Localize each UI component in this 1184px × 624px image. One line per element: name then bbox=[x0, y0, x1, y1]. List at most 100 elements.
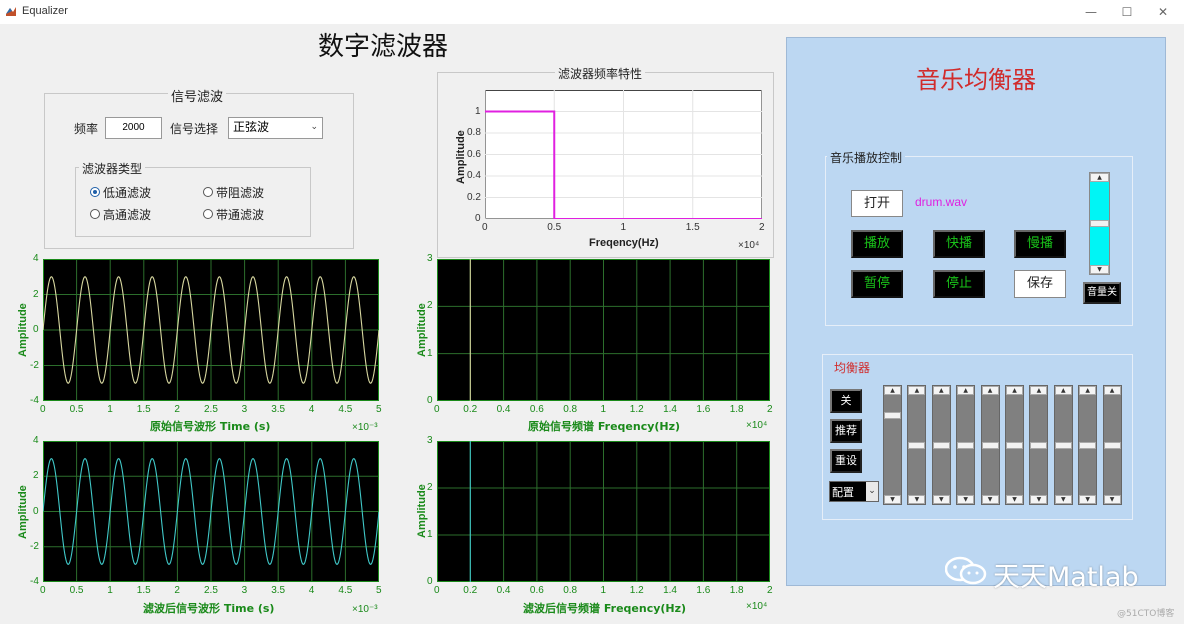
volume-down-arrow-icon[interactable]: ▼ bbox=[1090, 265, 1109, 274]
x-tick-label: 0.2 bbox=[463, 404, 478, 415]
x-tick-label: 0.8 bbox=[563, 404, 578, 415]
eq-band-up-arrow-icon[interactable]: ▲ bbox=[908, 386, 926, 395]
eq-reset-button[interactable]: 重设 bbox=[830, 449, 862, 473]
eq-band-up-arrow-icon[interactable]: ▲ bbox=[884, 386, 901, 395]
original-spectrum-xlabel: 原始信号频谱 Freqency(Hz) bbox=[528, 420, 681, 433]
radio-bandstop[interactable] bbox=[203, 187, 213, 197]
filtered-spectrum-xlabel: 滤波后信号频谱 Freqency(Hz) bbox=[523, 602, 687, 615]
eq-band-slider[interactable]: ▲ ▼ bbox=[1102, 385, 1122, 505]
eq-band-thumb[interactable] bbox=[981, 441, 999, 449]
eq-band-down-arrow-icon[interactable]: ▼ bbox=[1030, 495, 1048, 504]
eq-band-slider[interactable]: ▲ ▼ bbox=[956, 385, 976, 505]
maximize-button[interactable]: ☐ bbox=[1109, 0, 1145, 24]
x-tick-label: 1.5 bbox=[136, 585, 151, 596]
filtered-waveform-ylabel: Amplitude bbox=[17, 485, 29, 539]
window-title: Equalizer bbox=[22, 5, 68, 17]
frequency-input[interactable]: 2000 bbox=[105, 117, 162, 139]
radio-highpass[interactable] bbox=[90, 209, 100, 219]
x-tick-label: 0.5 bbox=[547, 222, 562, 233]
y-tick-label: 3 bbox=[427, 253, 433, 264]
eq-band-down-arrow-icon[interactable]: ▼ bbox=[908, 495, 926, 504]
fast-play-button[interactable]: 快播 bbox=[933, 230, 985, 258]
x-tick-label: 0 bbox=[40, 585, 46, 596]
eq-band-down-arrow-icon[interactable]: ▼ bbox=[884, 495, 901, 504]
eq-band-down-arrow-icon[interactable]: ▼ bbox=[957, 495, 975, 504]
volume-off-button[interactable]: 音量关 bbox=[1083, 282, 1121, 304]
signal-select-label: 信号选择 bbox=[170, 122, 219, 136]
x-tick-label: 3.5 bbox=[271, 404, 286, 415]
eq-off-button[interactable]: 关 bbox=[830, 389, 862, 413]
playback-control-title: 音乐播放控制 bbox=[827, 149, 906, 166]
eq-band-thumb[interactable] bbox=[1103, 441, 1121, 449]
eq-band-down-arrow-icon[interactable]: ▼ bbox=[1006, 495, 1023, 504]
play-button[interactable]: 播放 bbox=[851, 230, 903, 258]
eq-band-up-arrow-icon[interactable]: ▲ bbox=[1079, 386, 1097, 395]
matlab-app-icon bbox=[5, 5, 17, 17]
eq-preset-value: 配置 bbox=[832, 486, 854, 499]
volume-slider-thumb[interactable] bbox=[1090, 220, 1109, 227]
original-waveform-ylabel: Amplitude bbox=[17, 303, 29, 357]
volume-slider[interactable]: ▲ ▼ bbox=[1089, 172, 1110, 275]
open-button[interactable]: 打开 bbox=[851, 190, 903, 217]
eq-band-down-arrow-icon[interactable]: ▼ bbox=[1079, 495, 1097, 504]
close-button[interactable]: ✕ bbox=[1145, 0, 1181, 24]
x-tick-label: 2 bbox=[174, 585, 180, 596]
eq-band-slider[interactable]: ▲ ▼ bbox=[907, 385, 927, 505]
eq-band-thumb[interactable] bbox=[1079, 441, 1097, 449]
eq-band-thumb[interactable] bbox=[884, 411, 901, 419]
eq-band-up-arrow-icon[interactable]: ▲ bbox=[981, 386, 999, 395]
signal-select[interactable]: 正弦波 ⌄ bbox=[228, 117, 323, 139]
title-bar bbox=[0, 0, 1184, 24]
eq-band-up-arrow-icon[interactable]: ▲ bbox=[1030, 386, 1048, 395]
y-tick-label: 0 bbox=[475, 213, 481, 224]
eq-recommend-button[interactable]: 推荐 bbox=[830, 419, 862, 443]
eq-band-down-arrow-icon[interactable]: ▼ bbox=[1103, 495, 1121, 504]
radio-bandpass[interactable] bbox=[203, 209, 213, 219]
eq-band-slider[interactable]: ▲ ▼ bbox=[1005, 385, 1024, 505]
eq-band-slider[interactable]: ▲ ▼ bbox=[1029, 385, 1049, 505]
eq-band-up-arrow-icon[interactable]: ▲ bbox=[932, 386, 950, 395]
eq-band-up-arrow-icon[interactable]: ▲ bbox=[1006, 386, 1023, 395]
watermark-credit: @51CTO博客 bbox=[1117, 609, 1175, 619]
slow-play-button[interactable]: 慢播 bbox=[1014, 230, 1066, 258]
x-tick-label: 2 bbox=[767, 404, 773, 415]
eq-band-thumb[interactable] bbox=[1006, 441, 1023, 449]
eq-band-thumb[interactable] bbox=[1054, 441, 1072, 449]
eq-band-up-arrow-icon[interactable]: ▲ bbox=[957, 386, 975, 395]
y-tick-label: -2 bbox=[30, 540, 39, 552]
radio-highpass-label: 高通滤波 bbox=[103, 208, 152, 222]
eq-band-slider[interactable]: ▲ ▼ bbox=[980, 385, 1000, 505]
eq-band-slider[interactable]: ▲ ▼ bbox=[883, 385, 902, 505]
y-tick-label: 3 bbox=[427, 435, 433, 446]
eq-band-slider[interactable]: ▲ ▼ bbox=[931, 385, 951, 505]
pause-button[interactable]: 暂停 bbox=[851, 270, 903, 298]
x-tick-label: 4.5 bbox=[338, 404, 353, 415]
eq-band-thumb[interactable] bbox=[957, 441, 975, 449]
filter-type-panel bbox=[75, 167, 311, 237]
eq-band-slider[interactable]: ▲ ▼ bbox=[1053, 385, 1073, 505]
eq-band-down-arrow-icon[interactable]: ▼ bbox=[981, 495, 999, 504]
save-button[interactable]: 保存 bbox=[1014, 270, 1066, 298]
y-tick-label: 0.4 bbox=[467, 170, 481, 181]
eq-preset-select[interactable]: 配置 ⌄ bbox=[829, 481, 879, 502]
eq-band-up-arrow-icon[interactable]: ▲ bbox=[1054, 386, 1072, 395]
volume-up-arrow-icon[interactable]: ▲ bbox=[1090, 173, 1109, 182]
radio-lowpass[interactable] bbox=[90, 187, 100, 197]
equalizer-title: 音乐均衡器 bbox=[916, 66, 1036, 94]
eq-band-thumb[interactable] bbox=[932, 441, 950, 449]
y-tick-label: 0.6 bbox=[467, 148, 481, 160]
filtered-spectrum-plot bbox=[437, 441, 770, 582]
minimize-button[interactable]: — bbox=[1073, 0, 1109, 24]
eq-band-down-arrow-icon[interactable]: ▼ bbox=[932, 495, 950, 504]
y-tick-label: -4 bbox=[30, 576, 39, 587]
x-tick-label: 2 bbox=[174, 404, 180, 415]
x-tick-label: 0.8 bbox=[563, 585, 578, 596]
eq-band-up-arrow-icon[interactable]: ▲ bbox=[1103, 386, 1121, 395]
x-tick-label: 1.8 bbox=[729, 404, 744, 415]
eq-band-down-arrow-icon[interactable]: ▼ bbox=[1054, 495, 1072, 504]
stop-button[interactable]: 停止 bbox=[933, 270, 985, 298]
eq-band-thumb[interactable] bbox=[1030, 441, 1048, 449]
eq-band-slider[interactable]: ▲ ▼ bbox=[1078, 385, 1098, 505]
eq-band-thumb[interactable] bbox=[908, 441, 926, 449]
y-tick-label: 0 bbox=[427, 395, 433, 406]
